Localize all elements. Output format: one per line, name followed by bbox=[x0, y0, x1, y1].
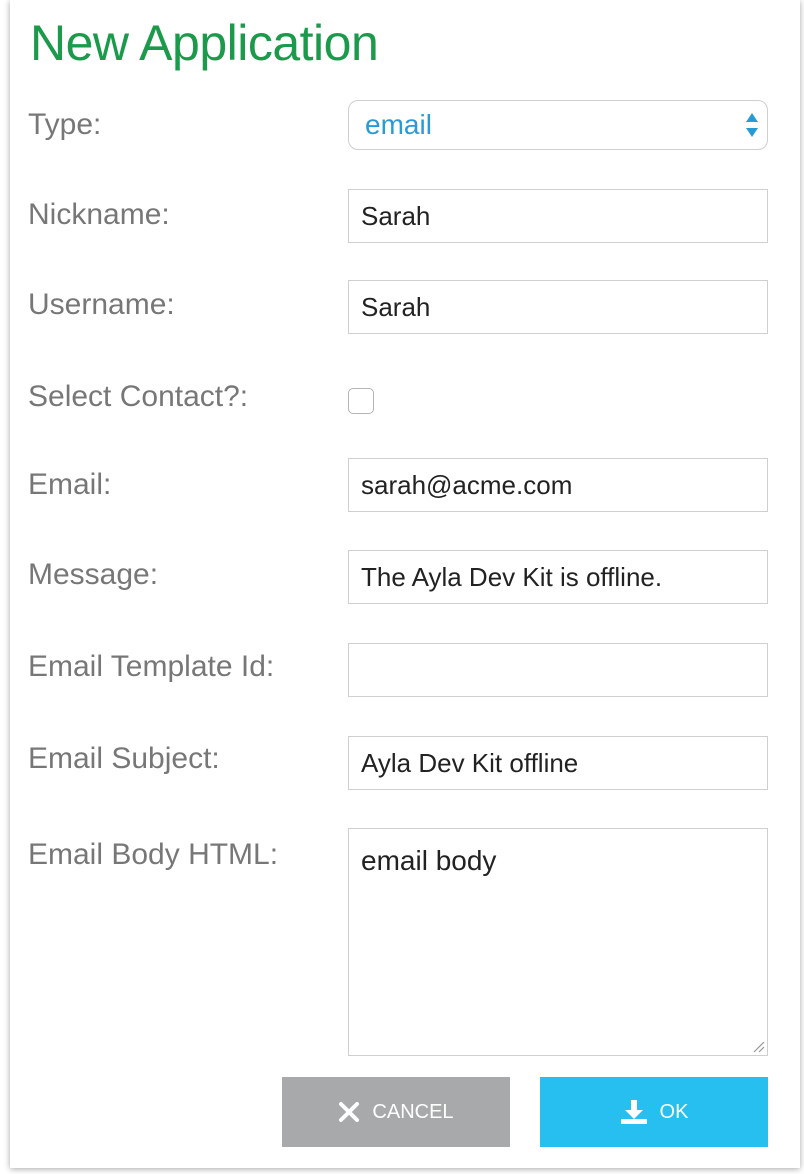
close-icon bbox=[339, 1102, 360, 1122]
email-label: Email: bbox=[28, 468, 112, 501]
type-label: Type: bbox=[28, 108, 102, 141]
email-template-id-label: Email Template Id: bbox=[28, 650, 275, 683]
message-input[interactable]: The Ayla Dev Kit is offline. bbox=[348, 550, 768, 604]
message-label: Message: bbox=[28, 558, 159, 591]
email-template-id-input[interactable] bbox=[348, 643, 768, 697]
email-body-html-value: email body bbox=[361, 845, 497, 876]
username-label: Username: bbox=[28, 288, 175, 321]
email-body-html-textarea[interactable]: email body bbox=[348, 828, 768, 1056]
type-select[interactable]: email bbox=[348, 100, 768, 150]
email-body-html-label: Email Body HTML: bbox=[28, 838, 279, 871]
dialog-title: New Application bbox=[30, 15, 379, 71]
nickname-label: Nickname: bbox=[28, 198, 170, 231]
new-application-dialog: New Application Type: email Nickname: Sa… bbox=[10, 0, 800, 1168]
type-select-value: email bbox=[365, 109, 432, 140]
ok-button-label: OK bbox=[659, 1100, 689, 1123]
email-subject-input[interactable]: Ayla Dev Kit offline bbox=[348, 736, 768, 790]
select-contact-label: Select Contact?: bbox=[28, 380, 249, 413]
cancel-button[interactable]: CANCEL bbox=[282, 1077, 510, 1147]
select-contact-checkbox[interactable] bbox=[348, 388, 374, 414]
resize-grip-icon[interactable] bbox=[751, 1039, 765, 1053]
ok-button[interactable]: OK bbox=[540, 1077, 768, 1147]
email-input[interactable]: sarah@acme.com bbox=[348, 458, 768, 512]
select-arrows-icon bbox=[746, 113, 758, 137]
download-icon bbox=[620, 1100, 647, 1124]
username-input[interactable]: Sarah bbox=[348, 280, 768, 334]
email-subject-label: Email Subject: bbox=[28, 742, 220, 775]
nickname-input[interactable]: Sarah bbox=[348, 189, 768, 243]
cancel-button-label: CANCEL bbox=[372, 1100, 454, 1123]
